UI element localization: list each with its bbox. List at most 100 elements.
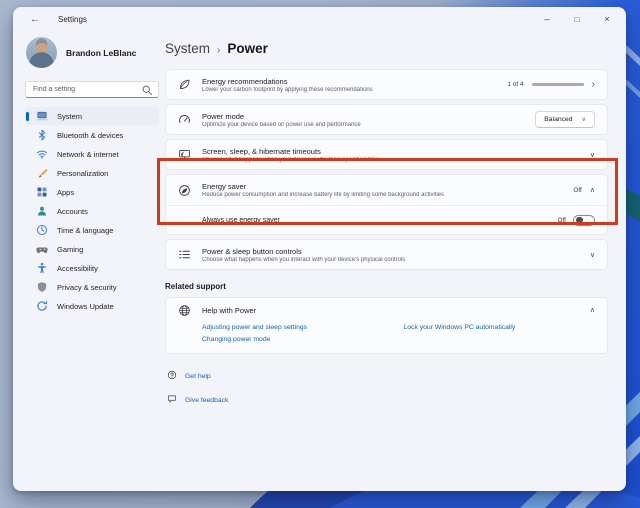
sidebar-item-accounts[interactable]: Accounts — [25, 202, 159, 220]
maximize-button[interactable]: □ — [562, 9, 592, 29]
card-title: Energy saver — [202, 182, 247, 191]
shield-icon — [36, 281, 48, 293]
window-title: Settings — [58, 14, 87, 24]
minimize-button[interactable]: – — [532, 9, 562, 29]
avatar — [26, 37, 57, 68]
sidebar-item-time-language[interactable]: Time & language — [25, 221, 159, 239]
search-box[interactable] — [25, 81, 159, 98]
card-subtitle: Choose what happens when your device is … — [202, 156, 380, 163]
chevron-down-icon: ∨ — [581, 117, 586, 123]
sidebar-item-label: Personalization — [57, 168, 109, 178]
sidebar-item-label: Privacy & security — [57, 282, 117, 292]
sidebar-item-label: Time & language — [57, 225, 114, 235]
titlebar: ← Settings – □ × — [13, 7, 626, 31]
wifi-icon — [36, 148, 48, 160]
breadcrumb: System › Power — [165, 41, 608, 56]
energy-recommendations-card[interactable]: Energy recommendations Lower your carbon… — [165, 69, 608, 100]
toggle-knob — [576, 216, 583, 224]
chevron-down-icon[interactable]: ∨ — [590, 151, 595, 159]
sidebar-item-accessibility[interactable]: Accessibility — [25, 259, 159, 277]
energy-saver-header[interactable]: Energy saver Reduce power consumption an… — [166, 175, 607, 205]
card-title: Help with Power — [202, 305, 257, 315]
chevron-up-icon[interactable]: ∧ — [590, 306, 595, 314]
sidebar-item-personalization[interactable]: Personalization — [25, 164, 159, 182]
apps-grid-icon — [36, 186, 48, 198]
sidebar-nav: System Bluetooth & devices Network & int… — [25, 107, 159, 315]
page-title: Power — [227, 41, 268, 56]
chevron-up-icon[interactable]: ∧ — [590, 186, 595, 194]
card-subtitle: Choose what happens when you interact wi… — [202, 256, 406, 263]
link-adjusting-power-sleep[interactable]: Adjusting power and sleep settings — [202, 324, 394, 331]
give-feedback-link[interactable]: Give feedback — [185, 397, 228, 404]
sidebar-item-gaming[interactable]: Gaming — [25, 240, 159, 258]
globe-icon — [178, 304, 191, 317]
get-help-link[interactable]: Get help — [185, 373, 211, 380]
gamepad-icon — [36, 243, 48, 255]
system-icon — [36, 110, 48, 122]
sidebar-item-privacy-security[interactable]: Privacy & security — [25, 278, 159, 296]
search-icon — [141, 84, 153, 96]
card-title: Energy recommendations — [202, 76, 288, 86]
sidebar-item-bluetooth-devices[interactable]: Bluetooth & devices — [25, 126, 159, 144]
bluetooth-icon — [36, 129, 48, 141]
controls-list-icon — [178, 248, 191, 261]
screen-sleep-card[interactable]: Screen, sleep, & hibernate timeouts Choo… — [165, 139, 608, 170]
card-subtitle: Lower your carbon footprint by applying … — [202, 86, 373, 93]
sidebar-item-windows-update[interactable]: Windows Update — [25, 297, 159, 315]
link-changing-power-mode[interactable]: Changing power mode — [202, 336, 394, 343]
help-with-power-card: Help with Power ∧ Adjusting power and sl… — [165, 297, 608, 354]
chevron-right-icon[interactable]: › — [592, 79, 595, 90]
chevron-down-icon[interactable]: ∨ — [590, 251, 595, 259]
power-mode-dropdown[interactable]: Balanced ∨ — [535, 111, 595, 128]
power-mode-card[interactable]: Power mode Optimize your device based on… — [165, 104, 608, 135]
sidebar-item-label: Accessibility — [57, 263, 98, 273]
leaf-icon — [178, 78, 191, 91]
power-sleep-buttons-card[interactable]: Power & sleep button controls Choose wha… — [165, 239, 608, 270]
profile[interactable]: Brandon LeBlanc — [25, 35, 159, 68]
sidebar-item-apps[interactable]: Apps — [25, 183, 159, 201]
sidebar-item-label: Windows Update — [57, 301, 114, 311]
sidebar-item-system[interactable]: System — [25, 107, 159, 125]
sidebar-item-label: Apps — [57, 187, 75, 197]
card-title: Power & sleep button controls — [202, 246, 302, 256]
give-feedback-item[interactable]: Give feedback — [167, 391, 608, 409]
energy-saver-card[interactable]: Energy saver Reduce power consumption an… — [165, 174, 608, 235]
paintbrush-icon — [36, 167, 48, 179]
card-subtitle: Reduce power consumption and increase ba… — [202, 192, 445, 198]
update-arrows-icon — [36, 300, 48, 312]
sidebar-item-network-internet[interactable]: Network & internet — [25, 145, 159, 163]
sidebar-item-label: Bluetooth & devices — [57, 130, 124, 140]
help-links: Adjusting power and sleep settings Lock … — [166, 322, 607, 353]
always-energy-saver-toggle[interactable] — [573, 214, 595, 226]
get-help-icon — [167, 367, 177, 385]
close-button[interactable]: × — [592, 9, 622, 29]
progress-label: 1 of 4 — [507, 81, 524, 88]
back-button[interactable]: ← — [30, 14, 46, 25]
card-title: Screen, sleep, & hibernate timeouts — [202, 146, 321, 156]
profile-name: Brandon LeBlanc — [66, 47, 137, 58]
energy-saver-status: Off — [573, 186, 582, 194]
related-support-heading: Related support — [165, 282, 226, 291]
gauge-icon — [178, 113, 191, 126]
link-lock-windows-pc[interactable]: Lock your Windows PC automatically — [404, 324, 596, 331]
sidebar-item-label: Accounts — [57, 206, 88, 216]
main-content: System › Power Energy recommendations Lo… — [165, 31, 626, 491]
always-energy-saver-row: Always use energy saver Off — [166, 205, 607, 234]
sidebar: Brandon LeBlanc System Bluetooth & — [13, 31, 165, 491]
card-subtitle: Optimize your device based on power use … — [202, 121, 361, 128]
breadcrumb-system[interactable]: System — [165, 41, 210, 56]
footer-links: Get help Give feedback — [165, 367, 608, 409]
toggle-status: Off — [557, 216, 566, 224]
energy-progress-bar — [531, 82, 584, 87]
help-with-power-header[interactable]: Help with Power ∧ — [166, 298, 607, 322]
sidebar-item-label: System — [57, 111, 83, 121]
clock-icon — [36, 224, 48, 236]
card-title: Power mode — [202, 111, 245, 121]
settings-window: ← Settings – □ × Brandon LeBlanc Find a … — [13, 7, 626, 491]
get-help-item[interactable]: Get help — [167, 367, 608, 385]
dropdown-value: Balanced — [544, 116, 573, 123]
sidebar-item-label: Network & internet — [57, 149, 119, 159]
always-energy-saver-label: Always use energy saver — [202, 216, 280, 224]
monitor-sleep-icon — [178, 148, 191, 161]
search-input[interactable] — [33, 86, 141, 93]
